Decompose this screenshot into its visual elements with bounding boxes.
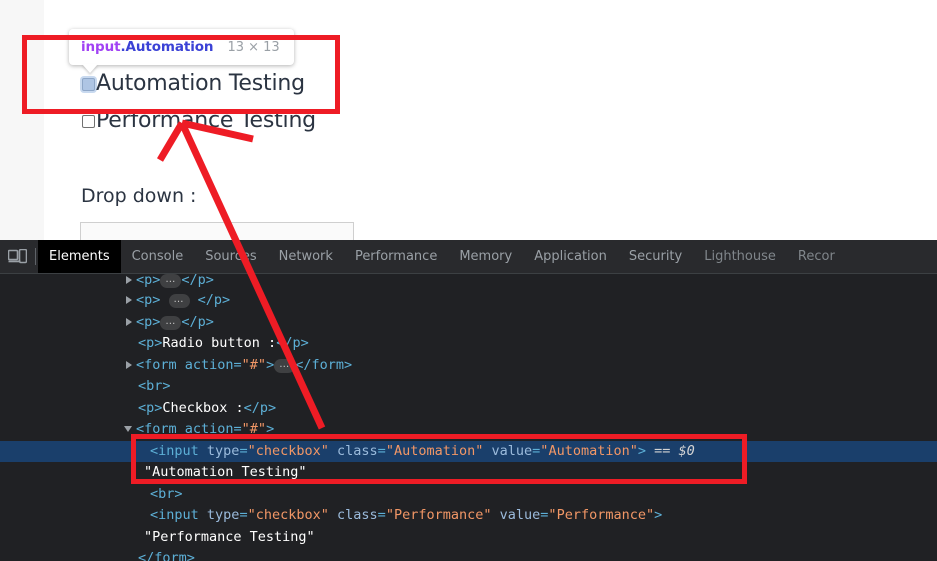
code-token-p-open: <p> bbox=[138, 399, 163, 416]
code-text-radio: Radio button : bbox=[162, 335, 277, 351]
tab-security[interactable]: Security bbox=[618, 240, 693, 273]
dom-row[interactable]: </form> bbox=[0, 548, 937, 561]
code-token-br: <br> bbox=[138, 378, 171, 394]
expand-triangle-icon[interactable] bbox=[126, 360, 132, 369]
dom-tree[interactable]: <p>… </p> <p> … </p> <p>… </p> <p>Radio bu… bbox=[0, 274, 937, 561]
code-token-p-open: <p> bbox=[136, 313, 161, 330]
code-token-form-close: </form> bbox=[295, 356, 353, 373]
tooltip-tag-name: input bbox=[81, 39, 121, 55]
code-text-automation-testing: "Automation Testing" bbox=[144, 464, 307, 480]
tab-performance[interactable]: Performance bbox=[344, 240, 448, 273]
browser-page-viewport: Automation Testing Performance Testing D… bbox=[0, 0, 937, 240]
dom-row[interactable]: "Performance Testing" bbox=[0, 527, 937, 549]
dom-row[interactable]: <p>… </p> bbox=[0, 274, 937, 290]
tooltip-pointer-arrow bbox=[82, 64, 98, 73]
dom-row[interactable]: <br> bbox=[0, 484, 937, 506]
code-attr-class: class bbox=[337, 442, 378, 459]
checkbox-row-automation[interactable]: Automation Testing bbox=[82, 73, 305, 95]
code-token-gt: > bbox=[637, 442, 646, 459]
tab-elements[interactable]: Elements bbox=[38, 240, 121, 273]
devtools-panel: Elements Console Sources Network Perform… bbox=[0, 240, 937, 561]
tab-lighthouse[interactable]: Lighthouse bbox=[693, 240, 787, 273]
checkbox-performance[interactable] bbox=[82, 114, 95, 128]
code-token-br: <br> bbox=[150, 485, 183, 502]
dom-row[interactable]: <p>… </p> bbox=[0, 312, 937, 334]
code-token-p-open: <p> bbox=[136, 292, 161, 308]
dom-row[interactable]: <input type="checkbox" class="Performanc… bbox=[0, 505, 937, 527]
tab-recorder[interactable]: Recor bbox=[787, 240, 846, 273]
code-token-form-action-value: "#" bbox=[241, 421, 267, 437]
code-token-p-open: <p> bbox=[138, 335, 163, 351]
code-attr-class: class bbox=[337, 507, 378, 523]
dom-row-selected[interactable]: <input type="checkbox" class="Automation… bbox=[0, 440, 937, 462]
code-token-p-close: </p> bbox=[276, 335, 309, 351]
checkbox-label-performance: Performance Testing bbox=[96, 108, 316, 133]
console-ref-marker: == $0 bbox=[654, 442, 695, 459]
tab-console[interactable]: Console bbox=[121, 240, 195, 273]
expand-triangle-icon[interactable] bbox=[126, 317, 132, 326]
code-attr-type-value: "checkbox" bbox=[247, 507, 329, 523]
dom-row[interactable]: <form action="#">… </form> bbox=[0, 355, 937, 377]
dom-row[interactable]: <br> bbox=[0, 376, 937, 398]
collapsed-children-icon[interactable]: … bbox=[160, 274, 182, 288]
dom-row[interactable]: <form action="#"> bbox=[0, 419, 937, 441]
collapse-triangle-icon[interactable] bbox=[124, 426, 132, 432]
collapsed-children-icon[interactable]: … bbox=[160, 315, 182, 330]
code-token-p-close: </p> bbox=[181, 313, 214, 330]
code-token-gt: > bbox=[654, 507, 663, 523]
code-token-p-open: <p> bbox=[136, 274, 161, 288]
tab-application[interactable]: Application bbox=[523, 240, 618, 273]
code-token-gt: > bbox=[266, 356, 275, 373]
code-token-p-close: </p> bbox=[243, 399, 277, 416]
code-attr-class-value: "Automation" bbox=[385, 442, 484, 459]
code-token-form-open: <form action= bbox=[136, 356, 242, 373]
code-token-p-close: </p> bbox=[181, 274, 214, 288]
code-token-input-open: <input bbox=[150, 442, 199, 459]
tab-network[interactable]: Network bbox=[268, 240, 344, 273]
code-token-form-close: </form> bbox=[138, 550, 195, 561]
code-attr-type: type bbox=[206, 507, 240, 523]
code-attr-type-value: "checkbox" bbox=[247, 442, 329, 459]
dom-row[interactable]: <p> … </p> bbox=[0, 290, 937, 312]
checkbox-automation[interactable] bbox=[82, 77, 95, 91]
tooltip-class-name: .Automation bbox=[120, 39, 214, 55]
checkbox-row-performance[interactable]: Performance Testing bbox=[82, 110, 316, 132]
code-token-p-close: </p> bbox=[197, 292, 231, 308]
code-token-gt: > bbox=[266, 421, 275, 437]
code-attr-value-value: "Performance" bbox=[548, 507, 655, 523]
tab-sources[interactable]: Sources bbox=[194, 240, 267, 273]
dom-row[interactable]: <p>Checkbox :</p> bbox=[0, 398, 937, 420]
dropdown-label: Drop down : bbox=[81, 185, 197, 207]
code-token-form-action-value: "#" bbox=[241, 356, 267, 373]
tab-memory[interactable]: Memory bbox=[448, 240, 523, 273]
tooltip-dimensions: 13 × 13 bbox=[227, 39, 280, 55]
code-token-form-open: <form action= bbox=[136, 421, 242, 437]
code-attr-value-value: "Automation" bbox=[540, 442, 638, 459]
devtools-toolbar: Elements Console Sources Network Perform… bbox=[0, 240, 937, 274]
code-attr-type: type bbox=[206, 442, 240, 459]
collapsed-children-icon[interactable]: … bbox=[274, 358, 296, 373]
device-toolbar-icon[interactable] bbox=[0, 240, 34, 273]
dom-row[interactable]: <p>Radio button :</p> bbox=[0, 333, 937, 355]
code-text-checkbox: Checkbox : bbox=[162, 399, 244, 416]
expand-triangle-icon[interactable] bbox=[126, 296, 132, 304]
dropdown-select[interactable] bbox=[80, 222, 354, 240]
code-token-input-open: <input bbox=[150, 507, 199, 523]
checkbox-label-automation: Automation Testing bbox=[96, 71, 305, 96]
code-attr-value: value bbox=[499, 507, 541, 523]
collapsed-children-icon[interactable]: … bbox=[168, 294, 190, 308]
toolbar-divider bbox=[35, 248, 36, 265]
code-attr-value: value bbox=[491, 442, 533, 459]
dom-row[interactable]: "Automation Testing" bbox=[0, 462, 937, 484]
code-text-performance-testing: "Performance Testing" bbox=[144, 528, 315, 545]
inspect-overlay-tooltip: input .Automation 13 × 13 bbox=[69, 29, 294, 65]
code-attr-class-value: "Performance" bbox=[385, 507, 492, 523]
